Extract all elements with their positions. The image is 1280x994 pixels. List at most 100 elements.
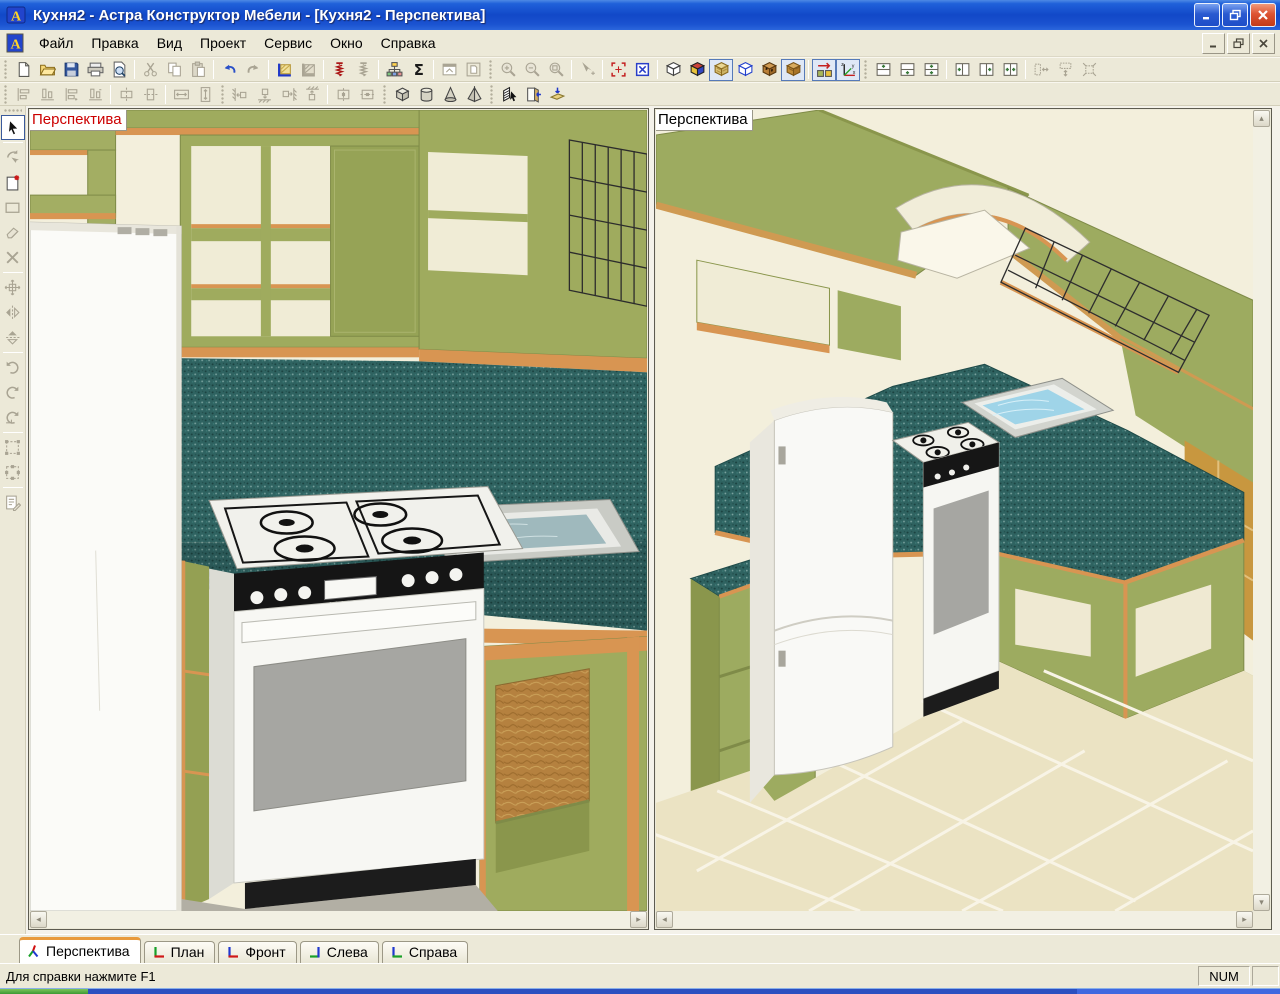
scroll-left-button[interactable]: ◂ [656,911,673,928]
view-split-vertical-button[interactable] [998,59,1022,81]
menu-window[interactable]: Окно [321,31,372,55]
print-preview-button[interactable] [107,59,131,81]
edit-contour-button[interactable] [1,220,25,245]
center-vertical-button[interactable] [138,83,162,105]
paste-button[interactable] [186,59,210,81]
toolbar-grip[interactable] [383,85,387,104]
menu-help[interactable]: Справка [372,31,445,55]
mdi-restore-button[interactable] [1227,33,1250,54]
view-split-right-button[interactable] [974,59,998,81]
center-horizontal-button[interactable] [114,83,138,105]
attach-wall-right-button[interactable] [276,83,300,105]
draw-panel-button[interactable] [1,195,25,220]
toolbar-grip[interactable] [4,60,8,79]
align-bottom-edges-button[interactable] [35,83,59,105]
rotate-90-button[interactable] [1,405,25,430]
tab-plan[interactable]: План [144,941,216,963]
primitive-box-button[interactable] [390,83,414,105]
insert-door-button[interactable] [521,83,545,105]
print-button[interactable] [83,59,107,81]
undo-button[interactable] [217,59,241,81]
toolbar-grip[interactable] [864,60,868,79]
display-edges-button[interactable] [733,59,757,81]
scene-right[interactable] [656,110,1253,911]
horizontal-scrollbar-left-pane[interactable]: ◂ ▸ [30,911,647,928]
primitive-cylinder-button[interactable] [414,83,438,105]
zoom-fit-button[interactable] [544,59,568,81]
align-left-group-button[interactable] [59,83,83,105]
vertical-scrollbar-right-pane[interactable]: ▴ ▾ [1253,110,1270,911]
room-center-vertical-button[interactable] [355,83,379,105]
window-new-button[interactable] [437,59,461,81]
menu-project[interactable]: Проект [191,31,255,55]
pan-view-button[interactable] [575,59,599,81]
view-split-top-button[interactable] [871,59,895,81]
primitive-cone-button[interactable] [438,83,462,105]
flip-vertical-button[interactable] [1,325,25,350]
select-tool-button[interactable] [1,115,25,140]
view-delete-button[interactable] [630,59,654,81]
restore-button[interactable] [1222,3,1248,27]
tab-front[interactable]: Фронт [218,941,296,963]
fasteners-button[interactable] [327,59,351,81]
attach-floor-button[interactable] [252,83,276,105]
stretch-selection-alt-button[interactable] [1,460,25,485]
flip-horizontal-button[interactable] [1,300,25,325]
save-project-button[interactable] [59,59,83,81]
redo-button[interactable] [241,59,265,81]
zoom-out-button[interactable] [520,59,544,81]
attach-wall-back-button[interactable] [300,83,324,105]
zoom-in-button[interactable] [496,59,520,81]
display-wood-button[interactable] [781,59,805,81]
display-materials-button[interactable] [812,59,836,81]
menu-file[interactable]: Файл [30,31,82,55]
view-resize-horizontal-button[interactable] [1029,59,1053,81]
rotate-right-button[interactable] [1,380,25,405]
delete-part-button[interactable] [1,245,25,270]
toolbar-grip[interactable] [489,60,493,79]
menu-edit[interactable]: Правка [82,31,147,55]
move-part-button[interactable] [1,275,25,300]
open-project-button[interactable] [35,59,59,81]
view-resize-vertical-button[interactable] [1053,59,1077,81]
fit-width-button[interactable] [169,83,193,105]
fill-material-button[interactable] [272,59,296,81]
tab-right[interactable]: Справа [382,941,468,963]
fasteners-auto-button[interactable] [351,59,375,81]
toolbar-grip[interactable] [4,85,8,104]
insert-wall-button[interactable] [497,83,521,105]
display-fasteners-button[interactable] [757,59,781,81]
orbit-view-button[interactable] [1,145,25,170]
start-button-edge[interactable] [0,989,88,994]
mdi-close-button[interactable] [1252,33,1275,54]
view-split-horizontal-button[interactable] [919,59,943,81]
insert-panel-button[interactable] [545,83,569,105]
view-split-bottom-button[interactable] [895,59,919,81]
fit-height-button[interactable] [193,83,217,105]
project-structure-button[interactable] [382,59,406,81]
part-properties-button[interactable] [1,490,25,515]
display-axes-button[interactable]: zxy [836,59,860,81]
calculate-button[interactable]: Σ [406,59,430,81]
view-split-left-button[interactable] [950,59,974,81]
horizontal-scrollbar-right-pane[interactable]: ◂ ▸ [656,911,1253,928]
close-button[interactable] [1250,3,1276,27]
menu-service[interactable]: Сервис [255,31,321,55]
display-wireframe-button[interactable] [661,59,685,81]
tab-left[interactable]: Слева [300,941,379,963]
display-solid-button[interactable] [685,59,709,81]
align-left-edges-button[interactable] [11,83,35,105]
stretch-selection-button[interactable] [1,435,25,460]
scene-left[interactable] [30,110,647,911]
mdi-minimize-button[interactable] [1202,33,1225,54]
minimize-button[interactable] [1194,3,1220,27]
toolbar-grip[interactable] [4,109,22,113]
copy-button[interactable] [162,59,186,81]
view-resize-all-button[interactable] [1077,59,1101,81]
primitive-pyramid-button[interactable] [462,83,486,105]
scroll-right-button[interactable]: ▸ [630,911,647,928]
scroll-up-button[interactable]: ▴ [1253,110,1270,127]
room-center-horizontal-button[interactable] [331,83,355,105]
menu-view[interactable]: Вид [148,31,191,55]
new-document-button[interactable] [11,59,35,81]
